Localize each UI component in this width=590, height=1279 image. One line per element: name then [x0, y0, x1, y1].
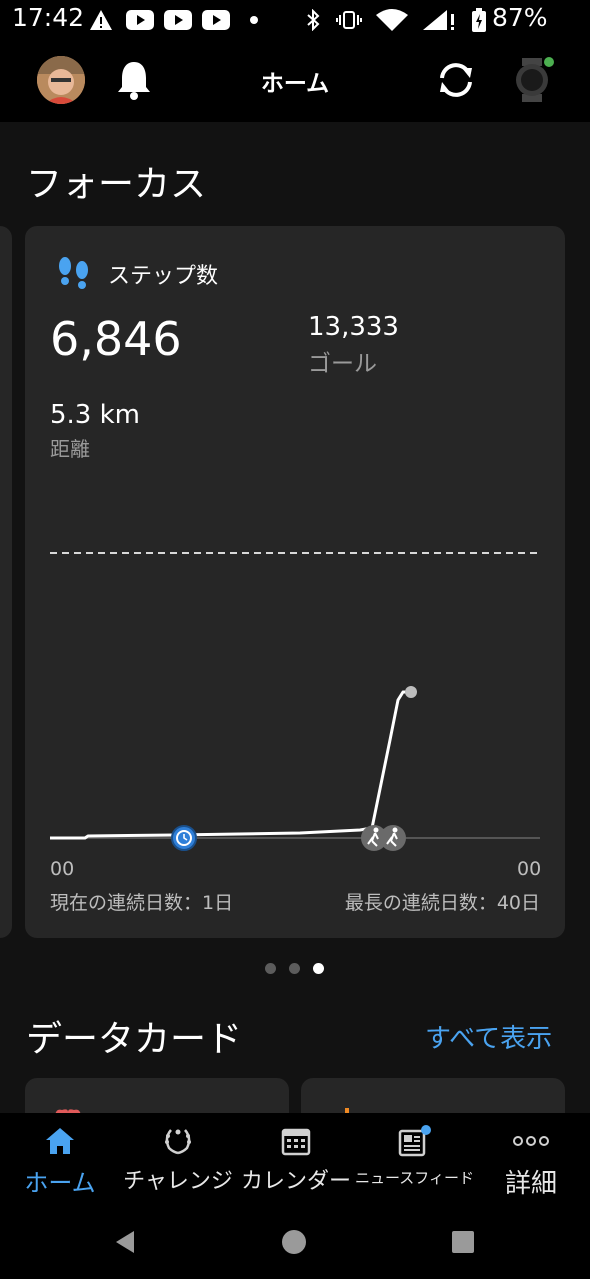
clock-marker-icon: [171, 825, 197, 851]
wifi-icon: [372, 8, 412, 32]
focus-heading: フォーカス: [26, 164, 207, 205]
nav-item-home[interactable]: ホーム: [18, 1163, 102, 1197]
pager-dot[interactable]: [265, 963, 276, 974]
pager-dot[interactable]: [289, 963, 300, 974]
steps-progress-line: [50, 690, 411, 840]
pager-dot-active[interactable]: [313, 963, 324, 974]
page-title: ホーム: [260, 71, 330, 97]
sync-icon[interactable]: [434, 58, 478, 102]
walking-marker-icon: [380, 825, 406, 851]
nav-item-details[interactable]: 詳細: [491, 1163, 571, 1199]
home-circle-icon[interactable]: [281, 1229, 307, 1255]
distance-label: 距離: [50, 437, 90, 461]
nav-item-calendar[interactable]: カレンダー: [236, 1163, 356, 1194]
current-point: [405, 686, 417, 698]
signal-icon: [420, 8, 460, 32]
longest-streak: 最長の連続日数：40日: [344, 892, 540, 914]
steps-chart: [50, 552, 540, 851]
footprints-icon: [56, 256, 92, 290]
nav-item-challenge[interactable]: チャレンジ: [118, 1163, 238, 1194]
calendar-icon[interactable]: [276, 1125, 316, 1157]
steps-card-title: ステップ数: [108, 264, 219, 289]
laurel-icon[interactable]: [158, 1125, 198, 1157]
warning-icon: [89, 8, 113, 32]
goal-value: 13,333: [308, 312, 399, 342]
battery-percentage: 87%: [492, 3, 548, 32]
show-all-link[interactable]: すべて表示: [425, 1018, 552, 1055]
home-icon[interactable]: [40, 1125, 80, 1157]
recents-icon[interactable]: [452, 1231, 474, 1253]
youtube-icon: [126, 8, 154, 32]
nav-item-newsfeed[interactable]: ニュースフィード: [355, 1163, 474, 1193]
distance-value: 5.3 km: [50, 400, 140, 430]
status-time: 17:42: [12, 3, 85, 32]
current-streak: 現在の連続日数：1日: [50, 892, 234, 914]
steps-value: 6,846: [50, 312, 182, 366]
watch-device-icon[interactable]: [508, 56, 556, 104]
goal-label: ゴール: [308, 351, 377, 377]
x-axis-end-label: 00: [517, 858, 542, 880]
youtube-icon: [164, 8, 192, 32]
back-icon[interactable]: [112, 1229, 138, 1255]
youtube-icon: [202, 8, 230, 32]
more-icon[interactable]: [511, 1125, 551, 1157]
newsfeed-icon[interactable]: [394, 1125, 434, 1157]
bluetooth-icon: [303, 8, 323, 32]
battery-icon: [470, 8, 488, 32]
data-cards-heading: データカード: [26, 1019, 243, 1060]
vibrate-icon: [336, 8, 362, 32]
more-notifications-icon: [248, 8, 260, 32]
x-axis-start-label: 00: [50, 858, 75, 880]
